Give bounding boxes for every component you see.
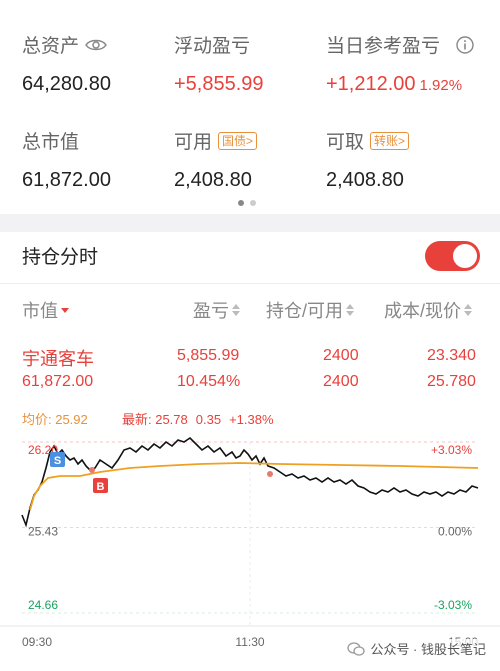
holdings-title: 持仓分时: [22, 247, 99, 268]
info-icon[interactable]: [456, 35, 474, 54]
available-label: 可用: [174, 132, 213, 153]
withdrawable-value: 2,408.80: [326, 169, 404, 191]
price-line: [21, 436, 479, 528]
market-value-value: 61,872.00: [22, 169, 111, 191]
col-cost-price[interactable]: 成本/现价: [384, 297, 473, 323]
y-tick-label: 25.43: [28, 525, 58, 539]
col-market-value[interactable]: 市值: [22, 297, 69, 323]
sort-icon: [232, 304, 240, 316]
watermark-text: 公众号 · 钱股长笔记: [370, 642, 486, 657]
intraday-chart[interactable]: 26.2025.4324.66+3.03%0.00%-3.03%09:30 11:…: [0, 430, 500, 671]
section-divider: [0, 214, 500, 232]
col-pl[interactable]: 盈亏: [193, 297, 240, 323]
treasury-bond-button[interactable]: 国债>: [218, 131, 258, 150]
y-pct-tick-label: +3.03%: [431, 443, 472, 457]
sort-desc-icon: [61, 307, 69, 313]
divider: [0, 283, 500, 284]
y-pct-tick-label: -3.03%: [434, 598, 472, 612]
trade-marker-label: S: [54, 455, 61, 467]
page-dot[interactable]: [238, 200, 244, 206]
intraday-toggle[interactable]: [425, 241, 480, 271]
position-available: 2400: [323, 373, 359, 390]
withdrawable-cell: 可取 转账> 2,408.80: [326, 127, 410, 192]
market-value-label: 总市值: [22, 132, 80, 153]
position-hold: 2400: [323, 347, 359, 364]
transfer-button[interactable]: 转账>: [370, 131, 410, 150]
x-tick-label: 09:30: [22, 635, 52, 649]
floating-pl-label: 浮动盈亏: [174, 36, 251, 57]
sort-icon: [346, 304, 355, 316]
account-summary: 总资产 64,280.80 浮动盈亏 +5,855.99 当日参考盈亏 +1,2…: [0, 0, 500, 214]
available-cell: 可用 国债> 2,408.80: [174, 127, 258, 192]
total-assets-cell: 总资产 64,280.80: [22, 31, 111, 96]
watermark: 公众号 · 钱股长笔记: [347, 639, 486, 658]
col-hold-available[interactable]: 持仓/可用: [266, 297, 355, 323]
page-dot[interactable]: [250, 200, 256, 206]
today-pl-pct: 1.92%: [419, 77, 463, 94]
position-pl-pct: 10.454%: [177, 373, 241, 390]
eye-icon[interactable]: [85, 38, 107, 52]
x-tick-label: 11:30: [235, 635, 264, 649]
floating-pl-value: +5,855.99: [174, 73, 264, 95]
position-market-value: 61,872.00: [22, 373, 94, 390]
stock-name: 宇通客车: [22, 349, 94, 369]
available-value: 2,408.80: [174, 169, 252, 191]
today-pl-cell: 当日参考盈亏 +1,212.00 1.92%: [326, 31, 474, 96]
avg-price-legend: 均价: 25.92: [22, 412, 88, 427]
position-pl: 5,855.99: [177, 347, 240, 364]
total-assets-label: 总资产: [22, 36, 80, 57]
price-change: 0.35: [195, 412, 222, 427]
trade-marker-label: B: [97, 481, 105, 493]
sort-icon: [464, 304, 473, 316]
floating-pl-cell: 浮动盈亏 +5,855.99: [174, 31, 264, 96]
page-indicator[interactable]: [238, 200, 256, 206]
position-price: 25.780: [427, 373, 476, 390]
latest-price: 最新: 25.78: [122, 412, 188, 427]
today-pl-value: +1,212.00: [326, 73, 416, 95]
total-assets-value: 64,280.80: [22, 73, 111, 95]
withdrawable-label: 可取: [326, 132, 365, 153]
wechat-icon: [347, 641, 366, 656]
latest-price-legend: 最新: 25.78 0.35 +1.38%: [122, 409, 274, 428]
y-pct-tick-label: 0.00%: [438, 525, 472, 539]
today-pl-label: 当日参考盈亏: [326, 36, 441, 57]
toggle-knob: [453, 244, 477, 268]
trade-point: [267, 471, 273, 477]
position-cost: 23.340: [427, 347, 476, 364]
market-value-cell: 总市值 61,872.00: [22, 127, 111, 192]
y-tick-label: 24.66: [28, 598, 58, 612]
price-change-pct: +1.38%: [229, 412, 274, 427]
trade-point: [89, 467, 95, 473]
